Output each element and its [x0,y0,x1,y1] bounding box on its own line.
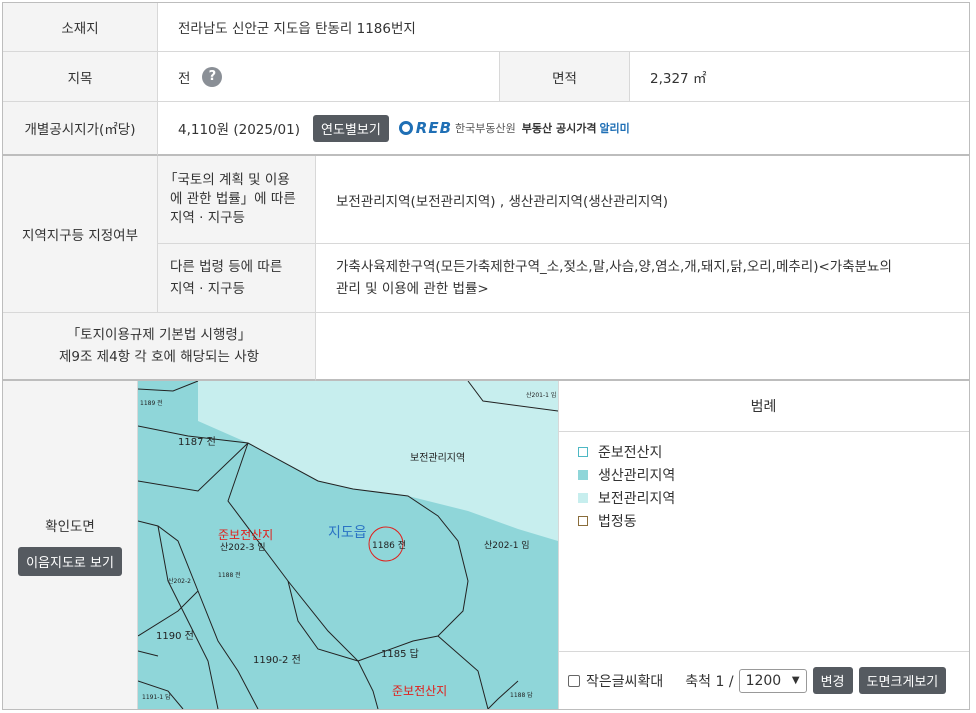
legend-swatch-0 [578,446,588,457]
land-use-info-table: 소재지 전라남도 신안군 지도읍 탄동리 1186번지 지목 전 ? 면적 2,… [2,2,970,710]
map-label-reserve-zone: 보전관리지역 [410,452,465,464]
chevron-down-icon: ▼ [791,675,800,686]
map-label-1186: 1186 전 [372,540,406,551]
law1-value: 보전관리지역(보전관리지역) , 생산관리지역(생산관리지역) [316,156,969,244]
map-label-1187: 1187 전 [178,436,216,448]
scale-prefix: 축척 1 / [685,673,734,690]
law2-label: 다른 법령 등에 따른 지역 · 지구등 [158,244,316,313]
law2-label-line2: 지역 · 지구등 [170,281,245,297]
help-icon[interactable]: ? [202,66,223,87]
reb-service-b: 알리미 [599,122,630,135]
map-label-1190-2: 1190-2 전 [253,654,301,666]
price-label: 개별공시지가(㎡당) [3,102,158,156]
area-label: 면적 [500,52,630,102]
map-label-tiny-3: 1188 전 [218,571,241,579]
law2-value-line2: 관리 및 이용에 관한 법률> [336,281,489,297]
reb-link[interactable]: REB 한국부동산원 부동산 공시가격 알리미 [398,119,630,137]
law1-label: 「국토의 계획 및 이용 에 관한 법률」에 따른 지역 · 지구등 [158,156,316,244]
legend-label-1: 생산관리지역 [598,467,676,484]
legend-item-legal-dong: 법정동 [578,509,958,532]
price-value-cell: 4,110원 (2025/01) 연도별보기 REB 한국부동산원 부동산 공시… [158,102,969,156]
area-value: 2,327 ㎡ [630,52,969,102]
cadastral-map-svg: 1187 전 보전관리지역 지도읍 준보전산지 산202-3 임 1186 전 … [138,381,558,709]
legend-swatch-3 [578,515,588,526]
reb-logo-text: REB [415,119,453,137]
law1-label-line3: 지역 · 지구등 [170,210,245,226]
map-label-202-3: 산202-3 임 [220,541,266,553]
map-label-tiny-5: 1188 답 [510,692,533,699]
location-label-text: 소재지 [61,21,99,37]
regulation-label: 「토지이용규제 기본법 시행령」 제9조 제4항 각 호에 해당되는 사항 [3,313,316,381]
map-label-jido: 지도읍 [328,525,367,541]
land-category-text: 전 [178,70,191,87]
map-label-1190: 1190 전 [156,630,194,642]
year-view-button[interactable]: 연도별보기 [312,114,389,142]
legend-label-0: 준보전산지 [598,444,663,461]
legend-swatch-1 [578,469,588,480]
small-text-label[interactable]: 작은글씨확대 [586,671,663,691]
map-label-semi-forest-1: 준보전산지 [218,528,273,542]
legend-swatch-2 [578,492,588,503]
scale-select[interactable]: 1200 ▼ [738,668,807,693]
map-label-1185: 1185 답 [381,648,419,660]
law1-label-line2: 에 관한 법률」에 따른 [170,191,296,207]
legend-label-2: 보전관리지역 [598,490,676,507]
price-value: 4,110원 (2025/01) [178,122,300,138]
law2-label-line1: 다른 법령 등에 따른 [170,259,283,275]
legend-title: 범례 [558,381,969,432]
legend-list: 준보전산지 생산관리지역 보전관리지역 법정동 [578,440,958,532]
land-category-value: 전 ? [158,52,500,102]
legend-item-reserve: 보전관리지역 [578,486,958,509]
reb-service-a: 부동산 공시가격 [521,122,597,135]
legend-item-semi-forest: 준보전산지 [578,440,958,463]
map-section-label: 확인도면 이음지도로 보기 [3,381,138,709]
map-label-tiny-6: 1191-1 답 [142,694,171,701]
small-text-checkbox[interactable] [568,674,580,687]
regulation-label-line1: 「토지이용규제 기본법 시행령」 [66,327,252,343]
map-label-tiny-1: 1189 전 [140,399,163,407]
land-category-label: 지목 [3,52,158,102]
legend-item-production: 생산관리지역 [578,463,958,486]
law1-label-line1: 「국토의 계획 및 이용 [164,172,290,188]
map-label-tiny-4: 산202-2 [168,577,191,585]
map-label-tiny-2: 산201-1 임 [526,391,556,399]
zoning-label: 지역지구등 지정여부 [3,156,158,313]
scale-select-value: 1200 [745,672,782,689]
reb-name: 한국부동산원 [455,122,516,135]
cadastral-map[interactable]: 1187 전 보전관리지역 지도읍 준보전산지 산202-3 임 1186 전 … [138,381,559,709]
map-controls: 작은글씨확대 축척 1 / 1200 ▼ 변경 도면크게보기 [558,651,969,709]
view-map-button[interactable]: 이음지도로 보기 [18,546,122,576]
map-label-202-1: 산202-1 임 [484,539,530,551]
enlarge-map-button[interactable]: 도면크게보기 [858,667,947,694]
reb-logo-icon [398,121,413,135]
map-section-label-text: 확인도면 [45,518,95,535]
law2-value: 가축사육제한구역(모든가축제한구역_소,젖소,말,사슴,양,염소,개,돼지,닭,… [316,244,969,313]
legend-label-3: 법정동 [598,513,637,530]
map-label-semi-forest-2: 준보전산지 [392,684,447,698]
location-label: 소재지 [3,3,158,52]
regulation-label-line2: 제9조 제4항 각 호에 해당되는 사항 [58,349,260,365]
location-value: 전라남도 신안군 지도읍 탄동리 1186번지 [158,3,969,52]
regulation-value [316,313,969,381]
law2-value-line1: 가축사육제한구역(모든가축제한구역_소,젖소,말,사슴,양,염소,개,돼지,닭,… [336,259,892,275]
change-scale-button[interactable]: 변경 [812,667,853,694]
